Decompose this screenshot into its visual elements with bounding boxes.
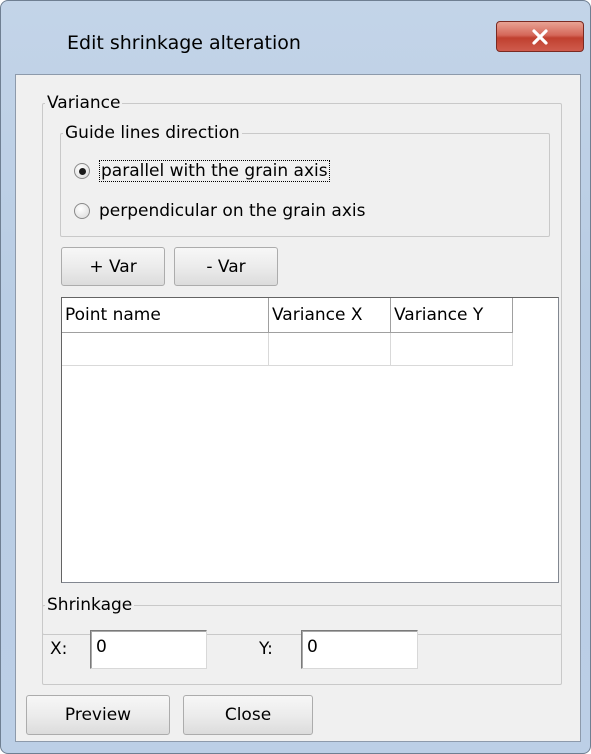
shrinkage-group: Shrinkage X: 0 Y: 0 <box>42 594 562 685</box>
add-var-button[interactable]: + Var <box>61 247 165 286</box>
radio-perpendicular-indicator[interactable] <box>74 203 90 219</box>
window-title: Edit shrinkage alteration <box>67 32 301 54</box>
radio-parallel-label[interactable]: parallel with the grain axis <box>99 160 330 182</box>
shrinkage-x-label: X: <box>50 639 68 659</box>
column-header-variance-y[interactable]: Variance Y <box>391 298 513 333</box>
radio-parallel-indicator[interactable] <box>74 163 90 179</box>
table-cell-variance-y[interactable] <box>391 333 513 366</box>
radio-perpendicular-label[interactable]: perpendicular on the grain axis <box>99 201 365 221</box>
shrinkage-x-input[interactable]: 0 <box>90 630 207 669</box>
remove-var-button[interactable]: - Var <box>174 247 278 286</box>
table-row[interactable] <box>62 333 513 366</box>
shrinkage-y-input[interactable]: 0 <box>301 630 418 669</box>
column-header-point-name[interactable]: Point name <box>62 298 269 333</box>
radio-perpendicular[interactable]: perpendicular on the grain axis <box>74 201 365 221</box>
window-close-button[interactable] <box>496 21 584 52</box>
dialog-window: Edit shrinkage alteration Variance Guide… <box>0 0 591 754</box>
table-cell-point-name[interactable] <box>62 333 269 366</box>
radio-parallel[interactable]: parallel with the grain axis <box>74 160 330 182</box>
variance-group-label: Variance <box>45 92 123 114</box>
shrinkage-y-label: Y: <box>259 639 273 659</box>
variance-table-header: Point name Variance X Variance Y <box>62 298 513 333</box>
preview-button[interactable]: Preview <box>26 695 170 735</box>
close-icon <box>532 28 548 45</box>
guide-direction-group-label: Guide lines direction <box>63 122 242 144</box>
variance-table[interactable]: Point name Variance X Variance Y <box>61 297 559 583</box>
close-button[interactable]: Close <box>183 695 313 735</box>
column-header-variance-x[interactable]: Variance X <box>269 298 391 333</box>
guide-direction-group: Guide lines direction parallel with the … <box>60 122 550 237</box>
shrinkage-group-label: Shrinkage <box>45 594 135 616</box>
table-cell-variance-x[interactable] <box>269 333 391 366</box>
